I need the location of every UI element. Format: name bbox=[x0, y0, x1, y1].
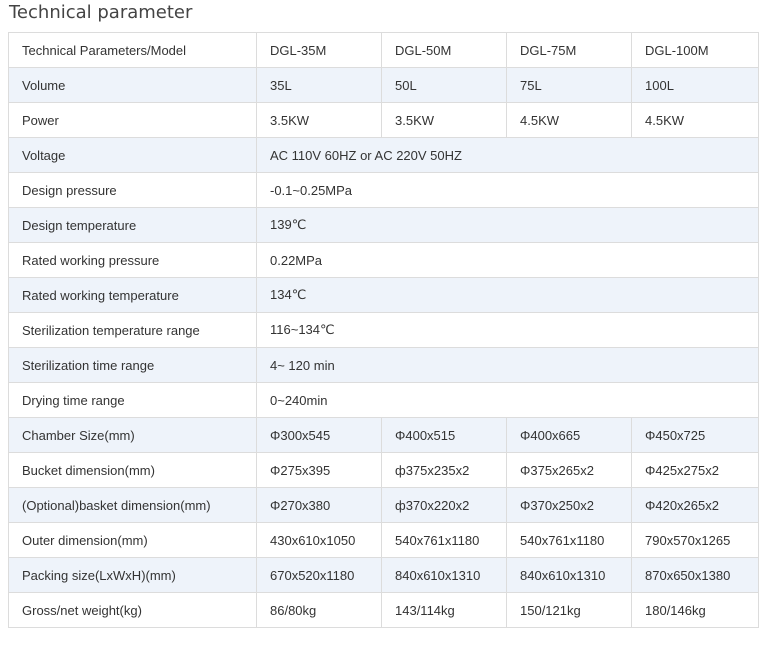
header-cell-model-2: DGL-50M bbox=[381, 32, 507, 68]
row-value: 134℃ bbox=[256, 277, 759, 313]
row-value: Φ450x725 bbox=[631, 417, 759, 453]
table-row: Power 3.5KW 3.5KW 4.5KW 4.5KW bbox=[8, 102, 759, 138]
row-label: Voltage bbox=[8, 137, 257, 173]
table-row: Gross/net weight(kg) 86/80kg 143/114kg 150/… bbox=[8, 592, 759, 628]
row-value: Φ275x395 bbox=[256, 452, 382, 488]
table-row: Packing size(LxWxH)(mm) 670x520x1180 840x6… bbox=[8, 557, 759, 593]
row-value: Φ270x380 bbox=[256, 487, 382, 523]
table-header-row: Technical Parameters/Model DGL-35M DGL-5… bbox=[8, 32, 759, 68]
header-cell-parameter: Technical Parameters/Model bbox=[8, 32, 257, 68]
table-row: Design pressure -0.1~0.25MPa bbox=[8, 172, 759, 208]
row-label: Rated working temperature bbox=[8, 277, 257, 313]
row-label: Power bbox=[8, 102, 257, 138]
spec-table-body: Technical Parameters/Model DGL-35M DGL-5… bbox=[8, 32, 759, 628]
spec-table: Technical Parameters/Model DGL-35M DGL-5… bbox=[8, 32, 759, 628]
table-row: (Optional)basket dimension(mm) Φ270x380 ф3… bbox=[8, 487, 759, 523]
row-value: 4.5KW bbox=[506, 102, 632, 138]
row-label: Design temperature bbox=[8, 207, 257, 243]
row-value: 100L bbox=[631, 67, 759, 103]
row-label: Rated working pressure bbox=[8, 242, 257, 278]
row-label: Chamber Size(mm) bbox=[8, 417, 257, 453]
row-value: -0.1~0.25MPa bbox=[256, 172, 759, 208]
table-row: Volume 35L 50L 75L 100L bbox=[8, 67, 759, 103]
row-value: ф375x235x2 bbox=[381, 452, 507, 488]
header-cell-model-1: DGL-35M bbox=[256, 32, 382, 68]
row-value: 116~134℃ bbox=[256, 312, 759, 348]
table-row: Sterilization temperature range 116~134℃ bbox=[8, 312, 759, 348]
row-value: 180/146kg bbox=[631, 592, 759, 628]
row-value: Φ420x265x2 bbox=[631, 487, 759, 523]
row-value: 430x610x1050 bbox=[256, 522, 382, 558]
row-value: 143/114kg bbox=[381, 592, 507, 628]
row-label: (Optional)basket dimension(mm) bbox=[8, 487, 257, 523]
table-row: Outer dimension(mm) 430x610x1050 540x761x1… bbox=[8, 522, 759, 558]
row-value: 35L bbox=[256, 67, 382, 103]
row-value: ф370x220x2 bbox=[381, 487, 507, 523]
row-value: 75L bbox=[506, 67, 632, 103]
row-label: Sterilization time range bbox=[8, 347, 257, 383]
table-row: Chamber Size(mm) Φ300x545 Φ400x515 Φ400x665… bbox=[8, 417, 759, 453]
row-value: AC 110V 60HZ or AC 220V 50HZ bbox=[256, 137, 759, 173]
row-value: 50L bbox=[381, 67, 507, 103]
table-row: Voltage AC 110V 60HZ or AC 220V 50HZ bbox=[8, 137, 759, 173]
row-value: 840x610x1310 bbox=[381, 557, 507, 593]
row-value: 870x650x1380 bbox=[631, 557, 759, 593]
row-label: Design pressure bbox=[8, 172, 257, 208]
row-value: 0~240min bbox=[256, 382, 759, 418]
row-value: 86/80kg bbox=[256, 592, 382, 628]
row-value: Φ400x665 bbox=[506, 417, 632, 453]
row-value: 540x761x1180 bbox=[381, 522, 507, 558]
row-value: 3.5KW bbox=[381, 102, 507, 138]
row-value: 540x761x1180 bbox=[506, 522, 632, 558]
row-label: Volume bbox=[8, 67, 257, 103]
table-row: Drying time range 0~240min bbox=[8, 382, 759, 418]
row-value: Φ400x515 bbox=[381, 417, 507, 453]
row-value: 0.22MPa bbox=[256, 242, 759, 278]
table-row: Rated working temperature 134℃ bbox=[8, 277, 759, 313]
row-value: 4~ 120 min bbox=[256, 347, 759, 383]
row-value: 150/121kg bbox=[506, 592, 632, 628]
row-label: Sterilization temperature range bbox=[8, 312, 257, 348]
row-value: Φ375x265x2 bbox=[506, 452, 632, 488]
row-value: 3.5KW bbox=[256, 102, 382, 138]
row-value: 139℃ bbox=[256, 207, 759, 243]
row-label: Outer dimension(mm) bbox=[8, 522, 257, 558]
row-value: 4.5KW bbox=[631, 102, 759, 138]
row-value: Φ425x275x2 bbox=[631, 452, 759, 488]
table-row: Design temperature 139℃ bbox=[8, 207, 759, 243]
row-value: 670x520x1180 bbox=[256, 557, 382, 593]
header-cell-model-3: DGL-75M bbox=[506, 32, 632, 68]
row-value: Φ300x545 bbox=[256, 417, 382, 453]
row-label: Drying time range bbox=[8, 382, 257, 418]
row-value: 790x570x1265 bbox=[631, 522, 759, 558]
row-label: Bucket dimension(mm) bbox=[8, 452, 257, 488]
table-row: Rated working pressure 0.22MPa bbox=[8, 242, 759, 278]
table-row: Bucket dimension(mm) Φ275x395 ф375x235x2 Φ3… bbox=[8, 452, 759, 488]
row-label: Gross/net weight(kg) bbox=[8, 592, 257, 628]
header-cell-model-4: DGL-100M bbox=[631, 32, 759, 68]
page-title: Technical parameter bbox=[9, 2, 193, 23]
row-value: Φ370x250x2 bbox=[506, 487, 632, 523]
row-value: 840x610x1310 bbox=[506, 557, 632, 593]
table-row: Sterilization time range 4~ 120 min bbox=[8, 347, 759, 383]
row-label: Packing size(LxWxH)(mm) bbox=[8, 557, 257, 593]
